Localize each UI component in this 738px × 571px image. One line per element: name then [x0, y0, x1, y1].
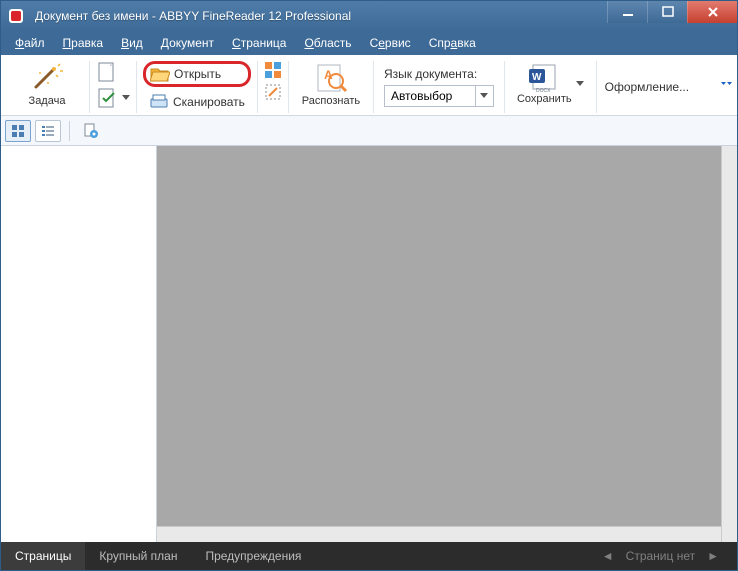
menu-area[interactable]: Область — [296, 33, 359, 53]
view-settings-button[interactable] — [78, 120, 104, 142]
bottom-tabs: Страницы Крупный план Предупреждения ◄ С… — [1, 542, 737, 570]
toolbar-group-task: Задача — [5, 61, 90, 113]
language-value: Автовыбор — [385, 89, 475, 103]
view-list-button[interactable] — [35, 120, 61, 142]
menu-edit[interactable]: Правка — [55, 33, 112, 53]
toolbar-group-analyze-small — [258, 61, 289, 113]
pages-panel[interactable] — [1, 146, 157, 542]
view-toolbar — [1, 116, 737, 146]
open-label: Открыть — [174, 67, 221, 81]
toolbar-group-page-small — [90, 61, 137, 113]
menu-tools[interactable]: Сервис — [362, 33, 419, 53]
separator — [69, 121, 70, 141]
workarea — [1, 146, 737, 542]
window-controls — [607, 1, 737, 31]
open-button[interactable]: Открыть — [143, 61, 251, 87]
word-docx-icon: WDOCX — [527, 63, 561, 93]
chevron-down-icon[interactable] — [576, 81, 584, 87]
pages-status: Страниц нет — [626, 549, 695, 563]
document-canvas[interactable] — [157, 146, 737, 542]
titlebar: Документ без имени - ABBYY FineReader 12… — [1, 1, 737, 31]
list-icon — [41, 124, 55, 138]
recognize-label: Распознать — [302, 95, 360, 107]
scanner-icon — [149, 93, 169, 111]
tab-warnings[interactable]: Предупреждения — [191, 542, 315, 570]
app-icon — [7, 7, 25, 25]
tab-zoom[interactable]: Крупный план — [85, 542, 191, 570]
menu-view[interactable]: Вид — [113, 33, 151, 53]
format-label: Оформление... — [605, 80, 690, 94]
thumbnails-icon — [11, 124, 25, 138]
save-button[interactable]: WDOCX Сохранить — [511, 61, 590, 107]
toolbar-group-format: Оформление... — [597, 61, 698, 113]
tab-pages[interactable]: Страницы — [1, 542, 85, 570]
language-select[interactable]: Автовыбор — [384, 85, 494, 107]
toolbar-group-recognize: A Распознать — [289, 61, 374, 113]
close-button[interactable] — [687, 1, 737, 23]
new-page-button[interactable] — [96, 61, 130, 83]
main-toolbar: Задача Открыть — [1, 55, 737, 116]
layout-icon — [264, 61, 282, 79]
svg-text:W: W — [532, 72, 542, 83]
toolbar-expand-button[interactable] — [721, 77, 733, 93]
recognize-button[interactable]: A Распознать — [295, 61, 367, 109]
page-dropdown-button[interactable] — [96, 87, 130, 109]
task-button[interactable]: Задача — [11, 61, 83, 109]
edit-layout-button[interactable] — [264, 83, 282, 101]
page-navigation: ◄ Страниц нет ► — [584, 549, 737, 563]
wand-icon — [30, 63, 64, 93]
toolbar-group-language: Язык документа: Автовыбор — [374, 61, 505, 113]
edit-area-icon — [264, 83, 282, 101]
minimize-button[interactable] — [607, 1, 647, 23]
language-label: Язык документа: — [384, 67, 477, 81]
folder-open-icon — [150, 65, 170, 83]
view-thumbnails-button[interactable] — [5, 120, 31, 142]
window-title: Документ без имени - ABBYY FineReader 12… — [31, 9, 607, 23]
vertical-scrollbar[interactable] — [721, 146, 737, 542]
menu-document[interactable]: Документ — [153, 33, 222, 53]
page-icon — [96, 61, 116, 83]
app-window: Документ без имени - ABBYY FineReader 12… — [0, 0, 738, 571]
chevron-down-icon — [475, 86, 493, 106]
horizontal-scrollbar[interactable] — [157, 526, 721, 542]
page-gear-icon — [83, 123, 99, 139]
toolbar-group-open-scan: Открыть Сканировать — [137, 61, 258, 113]
recognize-icon: A — [314, 63, 348, 93]
prev-page-button[interactable]: ◄ — [596, 549, 620, 563]
menu-file[interactable]: Файл — [7, 33, 53, 53]
scan-label: Сканировать — [173, 95, 245, 109]
chevron-down-icon — [122, 95, 130, 101]
save-label: Сохранить — [517, 93, 572, 105]
next-page-button[interactable]: ► — [701, 549, 725, 563]
layout-button[interactable] — [264, 61, 282, 79]
scan-button[interactable]: Сканировать — [143, 91, 251, 113]
menu-page[interactable]: Страница — [224, 33, 294, 53]
toolbar-group-save: WDOCX Сохранить — [505, 61, 597, 113]
task-label: Задача — [29, 95, 66, 107]
menu-help[interactable]: Справка — [421, 33, 484, 53]
maximize-button[interactable] — [647, 1, 687, 23]
format-button[interactable]: Оформление... — [603, 74, 692, 100]
page-check-icon — [96, 87, 116, 109]
menubar: Файл Правка Вид Документ Страница Област… — [1, 31, 737, 55]
